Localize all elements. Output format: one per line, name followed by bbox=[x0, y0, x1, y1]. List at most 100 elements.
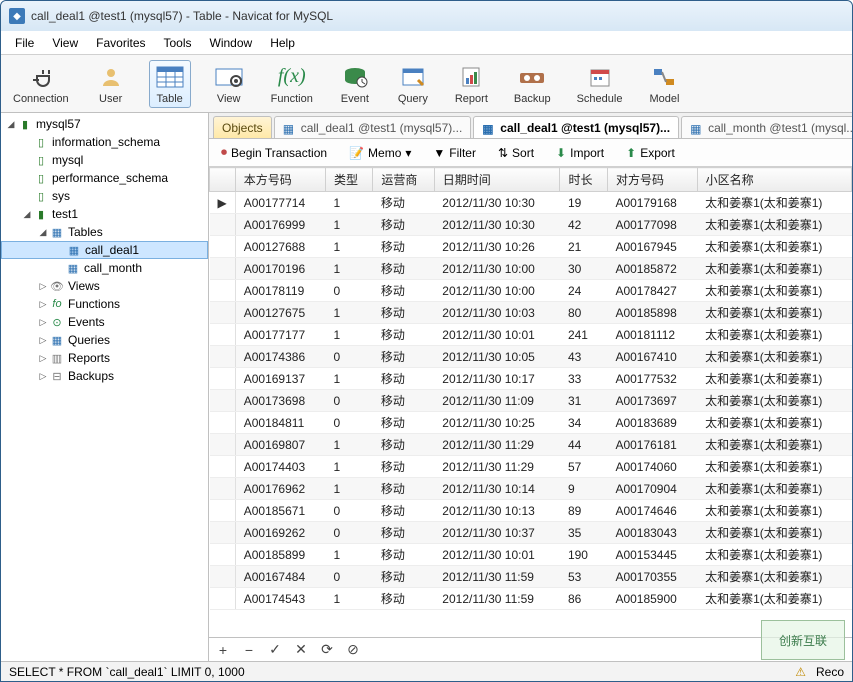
table-row[interactable]: ▶A001777141移动2012/11/30 10:3019A00179168… bbox=[210, 192, 852, 214]
tree-group-views[interactable]: ▷👁Views bbox=[1, 277, 208, 295]
tool-report[interactable]: Report bbox=[451, 61, 492, 107]
expand-icon[interactable]: ▷ bbox=[37, 317, 49, 328]
cell[interactable]: 移动 bbox=[373, 588, 434, 610]
tool-table[interactable]: Table bbox=[149, 60, 191, 108]
menu-view[interactable]: View bbox=[44, 33, 86, 53]
expand-icon[interactable]: ▷ bbox=[37, 281, 49, 292]
cell[interactable]: A00167484 bbox=[235, 566, 325, 588]
tree-group-backups[interactable]: ▷⊟Backups bbox=[1, 367, 208, 385]
cell[interactable]: 30 bbox=[560, 258, 607, 280]
cell[interactable]: 移动 bbox=[373, 390, 434, 412]
cell[interactable]: A00173697 bbox=[607, 390, 697, 412]
tool-model[interactable]: Model bbox=[644, 61, 684, 107]
cell[interactable]: 86 bbox=[560, 588, 607, 610]
cell[interactable]: 移动 bbox=[373, 192, 434, 214]
column-header[interactable]: 日期时间 bbox=[434, 168, 560, 192]
cell[interactable]: 241 bbox=[560, 324, 607, 346]
cell[interactable]: 移动 bbox=[373, 522, 434, 544]
tree-connection[interactable]: ◢ ▮ mysql57 bbox=[1, 115, 208, 133]
cell[interactable]: 89 bbox=[560, 500, 607, 522]
table-row[interactable]: A001771771移动2012/11/30 10:01241A00181112… bbox=[210, 324, 852, 346]
cell[interactable]: A00179168 bbox=[607, 192, 697, 214]
cell[interactable]: 1 bbox=[325, 302, 372, 324]
cell[interactable]: 53 bbox=[560, 566, 607, 588]
cell[interactable]: 太和姜寨1(太和姜寨1) bbox=[697, 588, 851, 610]
commit-button[interactable]: ✓ bbox=[267, 641, 283, 658]
cell[interactable]: A00176181 bbox=[607, 434, 697, 456]
tree-table-call-deal1[interactable]: ▦call_deal1 bbox=[1, 241, 208, 259]
cell[interactable]: 移动 bbox=[373, 412, 434, 434]
cell[interactable]: A00167945 bbox=[607, 236, 697, 258]
cell[interactable]: 21 bbox=[560, 236, 607, 258]
cell[interactable]: A00185671 bbox=[235, 500, 325, 522]
cell[interactable]: 太和姜寨1(太和姜寨1) bbox=[697, 368, 851, 390]
cell[interactable]: A00174543 bbox=[235, 588, 325, 610]
tool-schedule[interactable]: Schedule bbox=[573, 61, 627, 107]
cell[interactable]: 移动 bbox=[373, 500, 434, 522]
expand-icon[interactable]: ▷ bbox=[37, 335, 49, 346]
table-row[interactable]: A001736980移动2012/11/30 11:0931A00173697太… bbox=[210, 390, 852, 412]
cell[interactable]: 移动 bbox=[373, 236, 434, 258]
tree-group-queries[interactable]: ▷▦Queries bbox=[1, 331, 208, 349]
cell[interactable]: A00174403 bbox=[235, 456, 325, 478]
cell[interactable]: 1 bbox=[325, 588, 372, 610]
cell[interactable]: 移动 bbox=[373, 544, 434, 566]
cell[interactable]: A00178427 bbox=[607, 280, 697, 302]
cell[interactable]: 1 bbox=[325, 324, 372, 346]
cell[interactable]: A00174646 bbox=[607, 500, 697, 522]
column-header[interactable]: 时长 bbox=[560, 168, 607, 192]
cell[interactable]: 太和姜寨1(太和姜寨1) bbox=[697, 500, 851, 522]
tree-table-call-month[interactable]: ▦call_month bbox=[1, 259, 208, 277]
cell[interactable]: A00177177 bbox=[235, 324, 325, 346]
cell[interactable]: A00177714 bbox=[235, 192, 325, 214]
cell[interactable]: 2012/11/30 10:03 bbox=[434, 302, 560, 324]
cell[interactable]: 1 bbox=[325, 214, 372, 236]
tab-objects[interactable]: Objects bbox=[213, 116, 272, 138]
cell[interactable]: 2012/11/30 10:25 bbox=[434, 412, 560, 434]
begin-transaction-button[interactable]: ⏺Begin Transaction bbox=[215, 143, 333, 162]
cell[interactable]: 太和姜寨1(太和姜寨1) bbox=[697, 412, 851, 434]
cell[interactable]: 0 bbox=[325, 346, 372, 368]
cell[interactable]: A00169807 bbox=[235, 434, 325, 456]
cell[interactable]: 2012/11/30 10:26 bbox=[434, 236, 560, 258]
cell[interactable]: 太和姜寨1(太和姜寨1) bbox=[697, 302, 851, 324]
cell[interactable]: 移动 bbox=[373, 324, 434, 346]
cell[interactable]: 太和姜寨1(太和姜寨1) bbox=[697, 456, 851, 478]
cell[interactable]: 31 bbox=[560, 390, 607, 412]
cell[interactable]: 2012/11/30 11:29 bbox=[434, 434, 560, 456]
cell[interactable]: A00170904 bbox=[607, 478, 697, 500]
cell[interactable]: A00169262 bbox=[235, 522, 325, 544]
tree-group-tables[interactable]: ◢▦Tables bbox=[1, 223, 208, 241]
sort-button[interactable]: ⇅Sort bbox=[492, 144, 540, 162]
cell[interactable]: A00185900 bbox=[607, 588, 697, 610]
table-row[interactable]: A001692620移动2012/11/30 10:3735A00183043太… bbox=[210, 522, 852, 544]
cell[interactable]: 2012/11/30 10:14 bbox=[434, 478, 560, 500]
cell[interactable]: A00185899 bbox=[235, 544, 325, 566]
cell[interactable]: 2012/11/30 10:00 bbox=[434, 280, 560, 302]
cell[interactable]: 190 bbox=[560, 544, 607, 566]
cell[interactable]: 57 bbox=[560, 456, 607, 478]
cell[interactable]: 移动 bbox=[373, 566, 434, 588]
collapse-icon[interactable]: ◢ bbox=[21, 209, 33, 220]
cell[interactable]: A00170355 bbox=[607, 566, 697, 588]
cell[interactable]: 2012/11/30 10:01 bbox=[434, 324, 560, 346]
tool-user[interactable]: User bbox=[91, 61, 131, 107]
cell[interactable]: 太和姜寨1(太和姜寨1) bbox=[697, 280, 851, 302]
delete-row-button[interactable]: − bbox=[241, 642, 257, 658]
cell[interactable]: A00169137 bbox=[235, 368, 325, 390]
cell[interactable]: A00127675 bbox=[235, 302, 325, 324]
cell[interactable]: A00176962 bbox=[235, 478, 325, 500]
data-grid[interactable]: 本方号码类型运营商日期时间时长对方号码小区名称 ▶A001777141移动201… bbox=[209, 167, 852, 637]
cell[interactable]: A00176999 bbox=[235, 214, 325, 236]
cell[interactable]: A00153445 bbox=[607, 544, 697, 566]
cell[interactable]: A00177532 bbox=[607, 368, 697, 390]
cell[interactable]: 2012/11/30 11:59 bbox=[434, 566, 560, 588]
table-row[interactable]: A001781190移动2012/11/30 10:0024A00178427太… bbox=[210, 280, 852, 302]
cell[interactable]: 移动 bbox=[373, 456, 434, 478]
cell[interactable]: 1 bbox=[325, 258, 372, 280]
cell[interactable]: 2012/11/30 11:29 bbox=[434, 456, 560, 478]
tree-db-performance-schema[interactable]: ▯performance_schema bbox=[1, 169, 208, 187]
menu-tools[interactable]: Tools bbox=[156, 33, 200, 53]
tree-db-mysql[interactable]: ▯mysql bbox=[1, 151, 208, 169]
cell[interactable]: 9 bbox=[560, 478, 607, 500]
